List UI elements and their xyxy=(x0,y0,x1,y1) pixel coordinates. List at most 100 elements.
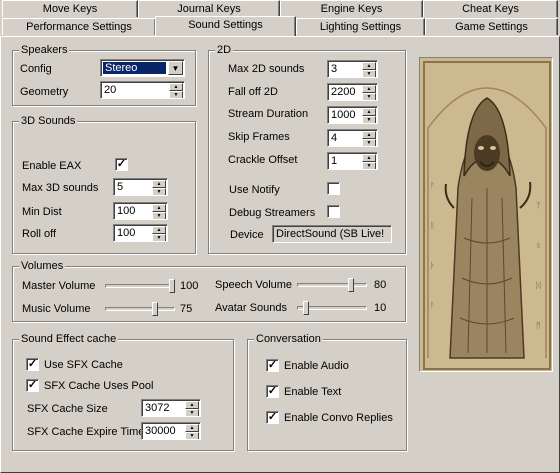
enable-eax-label: Enable EAX xyxy=(22,160,82,172)
speech-volume-thumb[interactable] xyxy=(348,278,354,292)
svg-text:ᚨ: ᚨ xyxy=(430,301,435,310)
min-dist-label: Min Dist xyxy=(22,206,62,218)
falloff-2d-input[interactable]: 2200 ▲ ▼ xyxy=(327,83,378,101)
sfx-cache-expire-label: SFX Cache Expire Time xyxy=(27,426,145,438)
master-volume-thumb[interactable] xyxy=(169,279,175,293)
avatar-sounds-label: Avatar Sounds xyxy=(215,302,287,314)
config-selected-value: Stereo xyxy=(103,62,166,74)
debug-streamers-label: Debug Streamers xyxy=(229,207,316,219)
chevron-down-icon[interactable]: ▼ xyxy=(168,61,183,75)
enable-eax-checkbox[interactable]: ✓ xyxy=(115,158,128,171)
tab-cheat-keys[interactable]: Cheat Keys xyxy=(423,0,558,17)
rolloff-label: Roll off xyxy=(22,228,57,240)
music-volume-value: 75 xyxy=(180,303,193,315)
enable-convo-replies-label: Enable Convo Replies xyxy=(284,412,393,424)
max-2d-sounds-input[interactable]: 3 ▲ ▼ xyxy=(327,60,378,78)
sfx-cache-uses-pool-checkbox[interactable]: ✓ xyxy=(26,379,39,392)
music-volume-thumb[interactable] xyxy=(152,302,158,316)
sfx-cache-size-value: 3072 xyxy=(145,402,170,414)
svg-text:ᚦ: ᚦ xyxy=(430,261,435,270)
volumes-group-title: Volumes xyxy=(19,259,66,273)
speech-volume-slider[interactable] xyxy=(297,278,367,292)
geometry-input[interactable]: 20 ▲ ▼ xyxy=(100,81,185,99)
master-volume-value: 100 xyxy=(180,280,199,292)
max-3d-sounds-input[interactable]: 5 ▲ ▼ xyxy=(113,178,168,196)
sfx-cache-expire-spinner[interactable]: ▲ ▼ xyxy=(185,424,199,439)
2d-group-title: 2D xyxy=(215,43,234,57)
device-label: Device xyxy=(230,229,264,241)
crackle-offset-label: Crackle Offset xyxy=(228,154,298,166)
svg-text:ᛗ: ᛗ xyxy=(536,321,541,330)
device-value: DirectSound (SB Live! xyxy=(276,228,385,240)
tab-move-keys[interactable]: Move Keys xyxy=(2,0,138,17)
hooded-figure-portrait: ᚠ ᚱ ᚦ ᚨ ᛉ ᛟ ᛞ ᛗ xyxy=(419,57,553,372)
min-dist-input[interactable]: 100 ▲ ▼ xyxy=(113,202,168,220)
max-2d-sounds-spinner[interactable]: ▲ ▼ xyxy=(362,62,376,77)
skip-frames-input[interactable]: 4 ▲ ▼ xyxy=(327,129,378,147)
device-field: DirectSound (SB Live! xyxy=(272,225,392,243)
tab-performance-settings[interactable]: Performance Settings xyxy=(2,18,156,35)
sfx-cache-uses-pool-label: SFX Cache Uses Pool xyxy=(44,380,154,392)
config-label: Config xyxy=(20,63,52,75)
svg-text:ᛟ: ᛟ xyxy=(536,241,541,250)
speech-volume-value: 80 xyxy=(374,279,387,291)
portrait-image: ᚠ ᚱ ᚦ ᚨ ᛉ ᛟ ᛞ ᛗ xyxy=(420,58,552,371)
max-2d-sounds-value: 3 xyxy=(331,63,338,75)
tab-lighting-settings[interactable]: Lighting Settings xyxy=(296,18,425,35)
enable-text-checkbox[interactable]: ✓ xyxy=(266,385,279,398)
enable-text-label: Enable Text xyxy=(284,386,342,398)
stream-duration-input[interactable]: 1000 ▲ ▼ xyxy=(327,106,378,124)
crackle-offset-input[interactable]: 1 ▲ ▼ xyxy=(327,152,378,170)
music-volume-slider[interactable] xyxy=(105,302,175,316)
sfx-cache-size-spinner[interactable]: ▲ ▼ xyxy=(185,401,199,416)
master-volume-label: Master Volume xyxy=(22,280,96,292)
geometry-label: Geometry xyxy=(20,86,69,98)
stream-duration-value: 1000 xyxy=(331,109,356,121)
tab-sound-settings[interactable]: Sound Settings xyxy=(155,16,296,36)
debug-streamers-checkbox[interactable] xyxy=(327,205,340,218)
falloff-2d-value: 2200 xyxy=(331,86,356,98)
sfx-cache-size-label: SFX Cache Size xyxy=(27,403,108,415)
crackle-offset-value: 1 xyxy=(331,155,338,167)
use-notify-label: Use Notify xyxy=(229,184,280,196)
sfx-cache-expire-input[interactable]: 30000 ▲ ▼ xyxy=(141,422,201,440)
3d-sounds-group-title: 3D Sounds xyxy=(19,114,78,128)
enable-convo-replies-checkbox[interactable]: ✓ xyxy=(266,411,279,424)
music-volume-label: Music Volume xyxy=(22,303,91,315)
rolloff-input[interactable]: 100 ▲ ▼ xyxy=(113,224,168,242)
max-3d-sounds-spinner[interactable]: ▲ ▼ xyxy=(152,180,166,195)
avatar-sounds-value: 10 xyxy=(374,302,387,314)
stream-duration-spinner[interactable]: ▲ ▼ xyxy=(362,108,376,123)
avatar-sounds-thumb[interactable] xyxy=(303,301,309,315)
tab-game-settings[interactable]: Game Settings xyxy=(425,18,558,35)
min-dist-value: 100 xyxy=(117,205,136,217)
use-sfx-cache-checkbox[interactable]: ✓ xyxy=(26,358,39,371)
master-volume-slider[interactable] xyxy=(105,279,175,293)
config-select[interactable]: Stereo ▼ xyxy=(100,59,185,77)
geometry-spinner[interactable]: ▲ ▼ xyxy=(169,83,183,98)
min-dist-spinner[interactable]: ▲ ▼ xyxy=(152,204,166,219)
svg-text:ᛉ: ᛉ xyxy=(536,201,541,210)
max-3d-sounds-value: 5 xyxy=(117,181,124,193)
falloff-2d-spinner[interactable]: ▲ ▼ xyxy=(362,85,376,100)
geometry-value: 20 xyxy=(104,84,117,96)
tab-engine-keys[interactable]: Engine Keys xyxy=(280,0,423,17)
enable-audio-checkbox[interactable]: ✓ xyxy=(266,359,279,372)
max-3d-sounds-label: Max 3D sounds xyxy=(22,182,99,194)
sfx-cache-expire-value: 30000 xyxy=(145,425,176,437)
crackle-offset-spinner[interactable]: ▲ ▼ xyxy=(362,154,376,169)
use-notify-checkbox[interactable] xyxy=(327,182,340,195)
svg-text:ᚱ: ᚱ xyxy=(430,221,435,230)
tab-journal-keys[interactable]: Journal Keys xyxy=(138,0,280,17)
sound-effect-cache-title: Sound Effect cache xyxy=(19,332,119,346)
avatar-sounds-slider[interactable] xyxy=(297,301,367,315)
skip-frames-value: 4 xyxy=(331,132,338,144)
svg-text:ᛞ: ᛞ xyxy=(536,281,541,290)
rolloff-spinner[interactable]: ▲ ▼ xyxy=(152,226,166,241)
use-sfx-cache-label: Use SFX Cache xyxy=(44,359,123,371)
speakers-group-title: Speakers xyxy=(19,43,70,57)
skip-frames-label: Skip Frames xyxy=(228,131,290,143)
sfx-cache-size-input[interactable]: 3072 ▲ ▼ xyxy=(141,399,201,417)
skip-frames-spinner[interactable]: ▲ ▼ xyxy=(362,131,376,146)
svg-text:ᚠ: ᚠ xyxy=(430,181,435,190)
